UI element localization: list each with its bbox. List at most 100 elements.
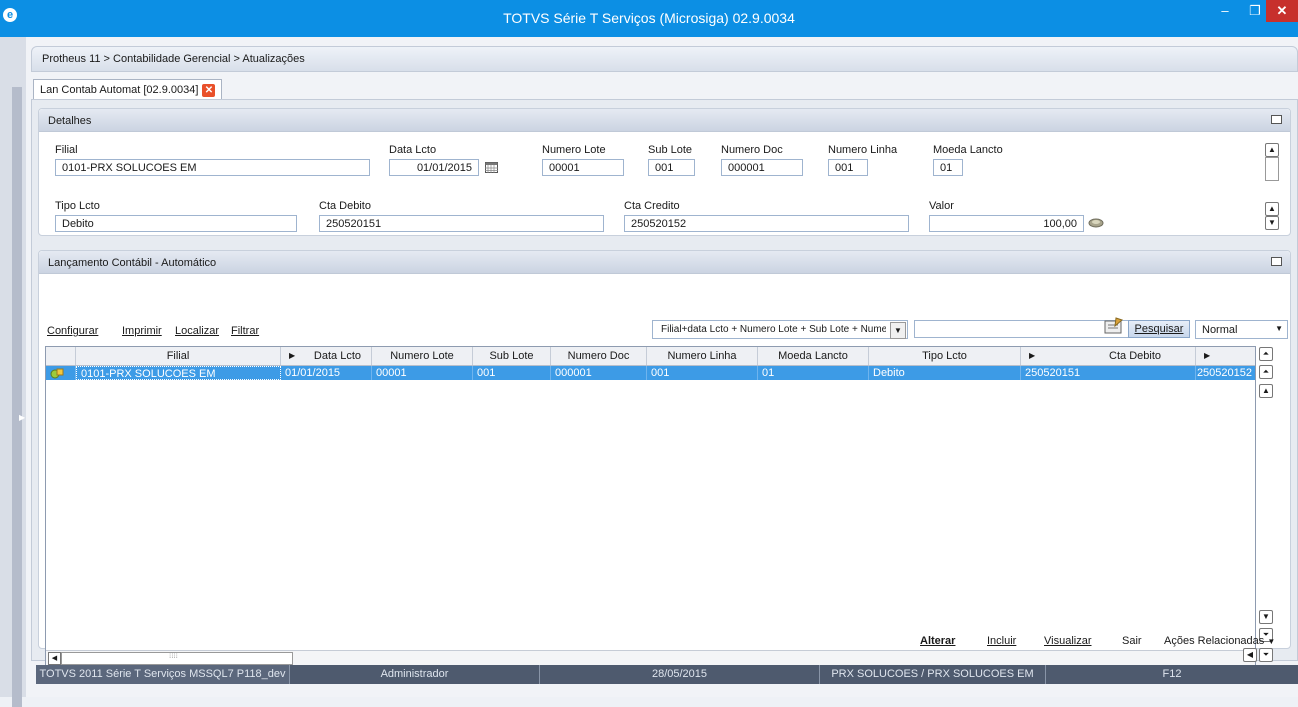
horizontal-scrollbar[interactable]: ◀ ⁞⁞⁞⁞ <box>46 650 1255 665</box>
sort-arrow-icon: ▶ <box>1204 351 1211 360</box>
sub-lote-field[interactable]: 001 <box>648 159 695 176</box>
left-frame: ▶ <box>0 37 26 707</box>
detalhes-scroll-up-button[interactable]: ▲ <box>1265 143 1279 157</box>
expand-arrow-icon[interactable]: ▶ <box>19 413 25 422</box>
detalhes-header: Detalhes <box>39 109 1290 132</box>
col-cta-credito[interactable]: ▶ <box>1196 347 1255 365</box>
mode-select[interactable]: Normal ▼ <box>1195 320 1288 339</box>
calendar-icon[interactable] <box>485 162 498 173</box>
cell-numero-doc[interactable]: 000001 <box>551 366 647 380</box>
grid-scroll-down-button[interactable]: ▼ <box>1259 610 1273 624</box>
localizar-link[interactable]: Localizar <box>175 325 219 337</box>
data-grid[interactable]: Filial ▶ Data Lcto Numero Lote Sub Lote N… <box>45 346 1256 666</box>
cta-debito-field[interactable]: 250520151 <box>319 215 604 232</box>
row-status-cell <box>46 366 76 380</box>
imprimir-link[interactable]: Imprimir <box>122 325 162 337</box>
pesquisar-button[interactable]: Pesquisar <box>1128 320 1190 338</box>
minimize-button[interactable]: – <box>1210 0 1240 22</box>
detalhes-scrollbar-thumb[interactable] <box>1265 157 1279 181</box>
cell-data-lcto[interactable]: 01/01/2015 <box>281 366 372 380</box>
col-data-lcto[interactable]: ▶ Data Lcto <box>281 347 372 365</box>
acoes-relacionadas-label: Ações Relacionadas <box>1164 635 1265 647</box>
cell-moeda-lancto[interactable]: 01 <box>758 366 869 380</box>
alterar-button[interactable]: Alterar <box>920 635 955 647</box>
data-lcto-field[interactable]: 01/01/2015 <box>389 159 479 176</box>
grid-scroll-up-button[interactable]: ▲ <box>1259 384 1273 398</box>
horizontal-scroll-thumb[interactable]: ⁞⁞⁞⁞ <box>61 651 293 665</box>
cell-numero-linha[interactable]: 001 <box>647 366 758 380</box>
col-numero-doc[interactable]: Numero Doc <box>551 347 647 365</box>
numero-lote-field[interactable]: 00001 <box>542 159 624 176</box>
col-cta-debito-label: Cta Debito <box>1109 350 1161 362</box>
tab-lan-contab[interactable]: Lan Contab Automat [02.9.0034] ✕ <box>33 79 223 100</box>
status-company: PRX SOLUCOES / PRX SOLUCOES EM <box>820 665 1046 684</box>
col-filial[interactable]: Filial <box>76 347 281 365</box>
valor-label: Valor <box>929 200 954 212</box>
moeda-lancto-field[interactable]: 01 <box>933 159 963 176</box>
status-system: TOTVS 2011 Série T Serviços MSSQL7 P118_… <box>36 665 290 684</box>
numero-linha-field[interactable]: 001 <box>828 159 868 176</box>
lancamento-title: Lançamento Contábil - Automático <box>48 257 217 269</box>
incluir-button[interactable]: Incluir <box>987 635 1016 647</box>
grip-icon: ⁞⁞⁞⁞ <box>169 651 178 660</box>
breadcrumb-text: Protheus 11 > Contabilidade Gerencial > … <box>42 53 305 65</box>
cell-tipo-lcto[interactable]: Debito <box>869 366 1021 380</box>
cell-cta-credito[interactable]: 250520152 <box>1196 366 1255 380</box>
configurar-link[interactable]: Configurar <box>47 325 98 337</box>
sair-button[interactable]: Sair <box>1122 635 1142 647</box>
detalhes-panel: Detalhes Filial 0101-PRX SOLUCOES EM Dat… <box>38 108 1291 236</box>
mode-chevron-down-icon[interactable]: ▼ <box>1275 324 1283 333</box>
numero-lote-label: Numero Lote <box>542 144 606 156</box>
chevron-down-icon: ▼ <box>1267 637 1276 646</box>
grid-last-record-button[interactable]: ⏷ <box>1259 648 1273 662</box>
grid-page-up-button[interactable]: ⏶ <box>1259 365 1273 379</box>
acoes-relacionadas-button[interactable]: Ações Relacionadas ▼ <box>1164 635 1275 647</box>
cta-credito-label: Cta Credito <box>624 200 680 212</box>
cell-cta-debito[interactable]: 250520151 <box>1021 366 1196 380</box>
filtrar-link[interactable]: Filtrar <box>231 325 259 337</box>
detalhes-title: Detalhes <box>48 115 92 127</box>
close-button[interactable]: ✕ <box>1266 0 1298 22</box>
legend-icon <box>50 368 64 379</box>
grid-header: Filial ▶ Data Lcto Numero Lote Sub Lote N… <box>46 347 1255 366</box>
grid-first-record-button[interactable]: ⏶ <box>1259 347 1273 361</box>
tipo-lcto-field[interactable]: Debito <box>55 215 297 232</box>
col-numero-lote[interactable]: Numero Lote <box>372 347 473 365</box>
status-user: Administrador <box>290 665 540 684</box>
filial-field[interactable]: 0101-PRX SOLUCOES EM <box>55 159 370 176</box>
detalhes-minimize-button[interactable] <box>1271 115 1282 124</box>
col-tipo-lcto[interactable]: Tipo Lcto <box>869 347 1021 365</box>
detalhes-scroll-down-button[interactable]: ▼ <box>1265 216 1279 230</box>
detalhes-page-up-button[interactable]: ▲ <box>1265 202 1279 216</box>
lancamento-minimize-button[interactable] <box>1271 257 1282 266</box>
sort-arrow-icon: ▶ <box>1029 351 1036 360</box>
cell-filial[interactable]: 0101-PRX SOLUCOES EM <box>76 366 281 380</box>
chevron-down-icon[interactable]: ▼ <box>890 322 906 339</box>
index-select-value: Filial+data Lcto + Numero Lote + Sub Lot… <box>661 324 886 335</box>
col-cta-debito[interactable]: ▶ Cta Debito <box>1021 347 1196 365</box>
tipo-lcto-label: Tipo Lcto <box>55 200 100 212</box>
scroll-left-button[interactable]: ◀ <box>48 652 61 665</box>
status-date: 28/05/2015 <box>540 665 820 684</box>
visualizar-button[interactable]: Visualizar <box>1044 635 1092 647</box>
col-moeda-lancto[interactable]: Moeda Lancto <box>758 347 869 365</box>
cell-numero-lote[interactable]: 00001 <box>372 366 473 380</box>
numero-doc-field[interactable]: 000001 <box>721 159 803 176</box>
grid-scroll-left-button[interactable]: ◀ <box>1243 648 1257 662</box>
col-sub-lote[interactable]: Sub Lote <box>473 347 551 365</box>
search-options-icon[interactable] <box>1104 317 1124 335</box>
side-panel-toggle[interactable] <box>12 87 22 707</box>
search-input[interactable] <box>914 320 1130 338</box>
table-row[interactable]: 0101-PRX SOLUCOES EM 01/01/2015 00001 00… <box>46 366 1255 380</box>
col-numero-linha[interactable]: Numero Linha <box>647 347 758 365</box>
cta-credito-field[interactable]: 250520152 <box>624 215 909 232</box>
data-lcto-label: Data Lcto <box>389 144 437 156</box>
cell-sub-lote[interactable]: 001 <box>473 366 551 380</box>
grid-header-icon-col <box>46 347 76 365</box>
calculator-icon[interactable] <box>1088 217 1104 228</box>
sub-lote-label: Sub Lote <box>648 144 693 156</box>
numero-doc-label: Numero Doc <box>721 144 783 156</box>
close-tab-icon[interactable]: ✕ <box>202 83 216 97</box>
index-select[interactable]: Filial+data Lcto + Numero Lote + Sub Lot… <box>652 320 908 339</box>
valor-field[interactable]: 100,00 <box>929 215 1084 232</box>
